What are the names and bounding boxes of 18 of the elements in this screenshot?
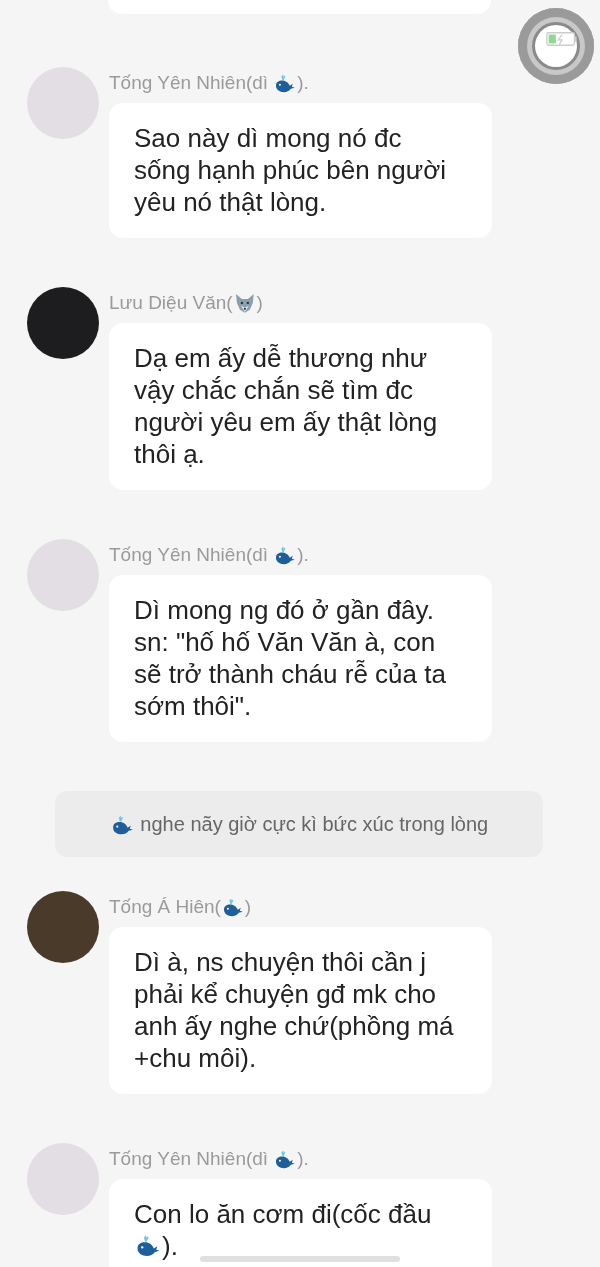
sender-name: ) bbox=[256, 292, 263, 314]
sender-name: Tống Yên Nhiên(dì bbox=[109, 72, 270, 94]
message-text: Dì à, ns chuyện thôi cần j phải kể chuyện gđ mk cho anh ấy nghe chứ(phồng má +chu môi). bbox=[134, 947, 454, 1073]
sender-name: ) bbox=[244, 896, 252, 918]
sender-name: Tống Yên Nhiên(dì bbox=[109, 544, 270, 566]
message-text: Sao này dì mong nó đc sống hạnh phúc bên người yêu nó thật lòng. bbox=[134, 123, 447, 217]
sender-name: ). bbox=[297, 1148, 309, 1170]
sender-name: Lưu Diệu Văn( bbox=[109, 292, 233, 314]
message-text: Dì mong ng đó ở gần đây. sn: "hố hố Văn Văn à, con sẽ trở thành cháu rễ của ta sớm thôi". bbox=[134, 595, 446, 721]
sender-name: Tống Á Hiên( bbox=[109, 896, 221, 918]
message-text: Con lo ăn cơm đi(cốc đầu bbox=[134, 1199, 432, 1229]
sender-name: ). bbox=[297, 544, 309, 566]
message-text: ). bbox=[162, 1231, 178, 1261]
notice-text: nghe nãy giờ cực kì bức xúc trong lòng bbox=[139, 812, 489, 836]
message-text: Dạ em ấy dễ thương như vậy chắc chắn sẽ tìm đc người yêu em ấy thật lòng thôi ạ. bbox=[134, 343, 438, 469]
sender-name: Tống Yên Nhiên(dì bbox=[109, 1148, 270, 1170]
sender-name: ). bbox=[297, 72, 309, 94]
battery-icon bbox=[546, 31, 578, 47]
